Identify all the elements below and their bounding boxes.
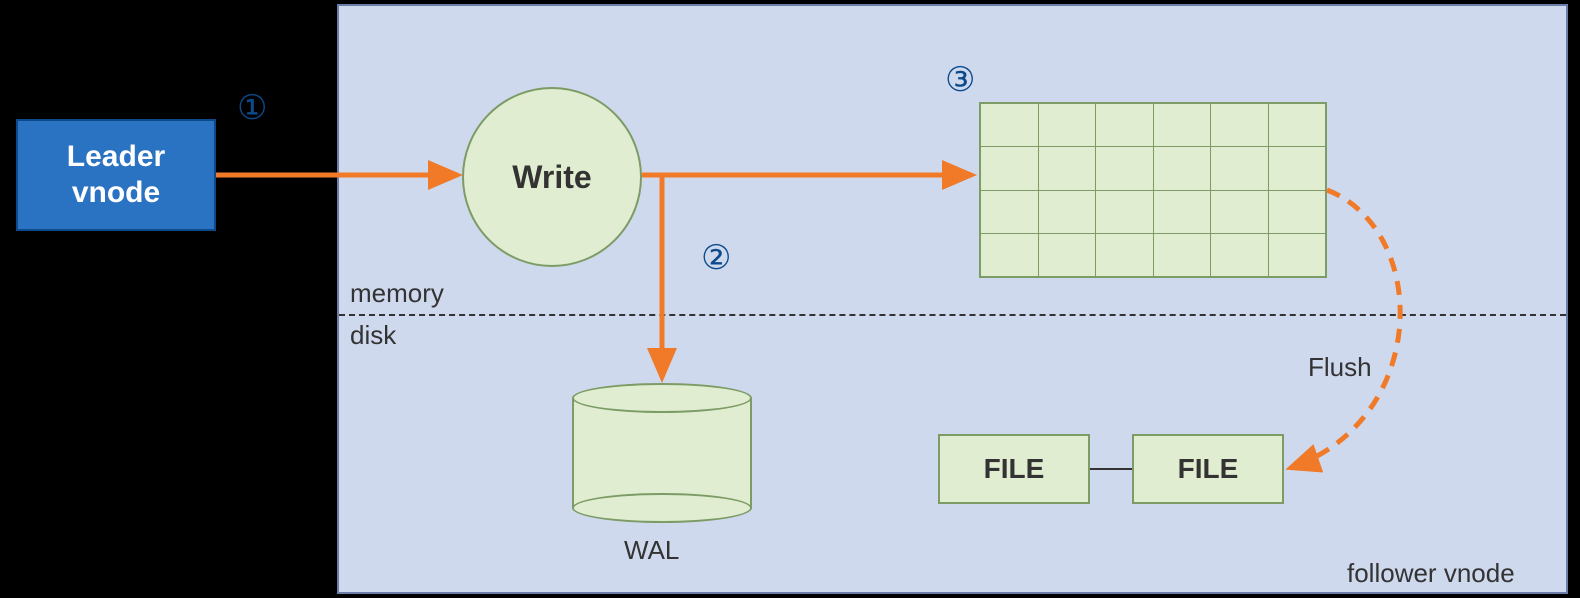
follower-vnode-label: follower vnode: [1347, 558, 1515, 589]
table-row: [981, 104, 1325, 146]
wal-cylinder: [572, 383, 752, 523]
cylinder-body: [572, 398, 752, 508]
flush-label: Flush: [1308, 352, 1372, 383]
write-node: Write: [462, 87, 642, 267]
cylinder-top: [572, 383, 752, 413]
disk-label: disk: [350, 320, 396, 351]
memory-grid: [979, 102, 1327, 278]
step-3-badge: ③: [945, 60, 975, 100]
file-box-1: FILE: [938, 434, 1090, 504]
write-flow-diagram: Leader vnode Write FILE FILE: [0, 0, 1580, 598]
file-box-2: FILE: [1132, 434, 1284, 504]
memory-disk-divider: [339, 314, 1566, 316]
leader-label: Leader vnode: [67, 139, 165, 211]
write-label: Write: [512, 159, 591, 196]
step-1-badge: ①: [237, 88, 267, 128]
wal-label: WAL: [624, 535, 679, 566]
table-row: [981, 146, 1325, 189]
file-label: FILE: [1178, 453, 1239, 485]
memory-label: memory: [350, 278, 444, 309]
table-row: [981, 190, 1325, 233]
cylinder-bottom: [572, 493, 752, 523]
table-row: [981, 233, 1325, 276]
step-2-badge: ②: [701, 238, 731, 278]
file-label: FILE: [984, 453, 1045, 485]
leader-vnode-box: Leader vnode: [16, 119, 216, 231]
